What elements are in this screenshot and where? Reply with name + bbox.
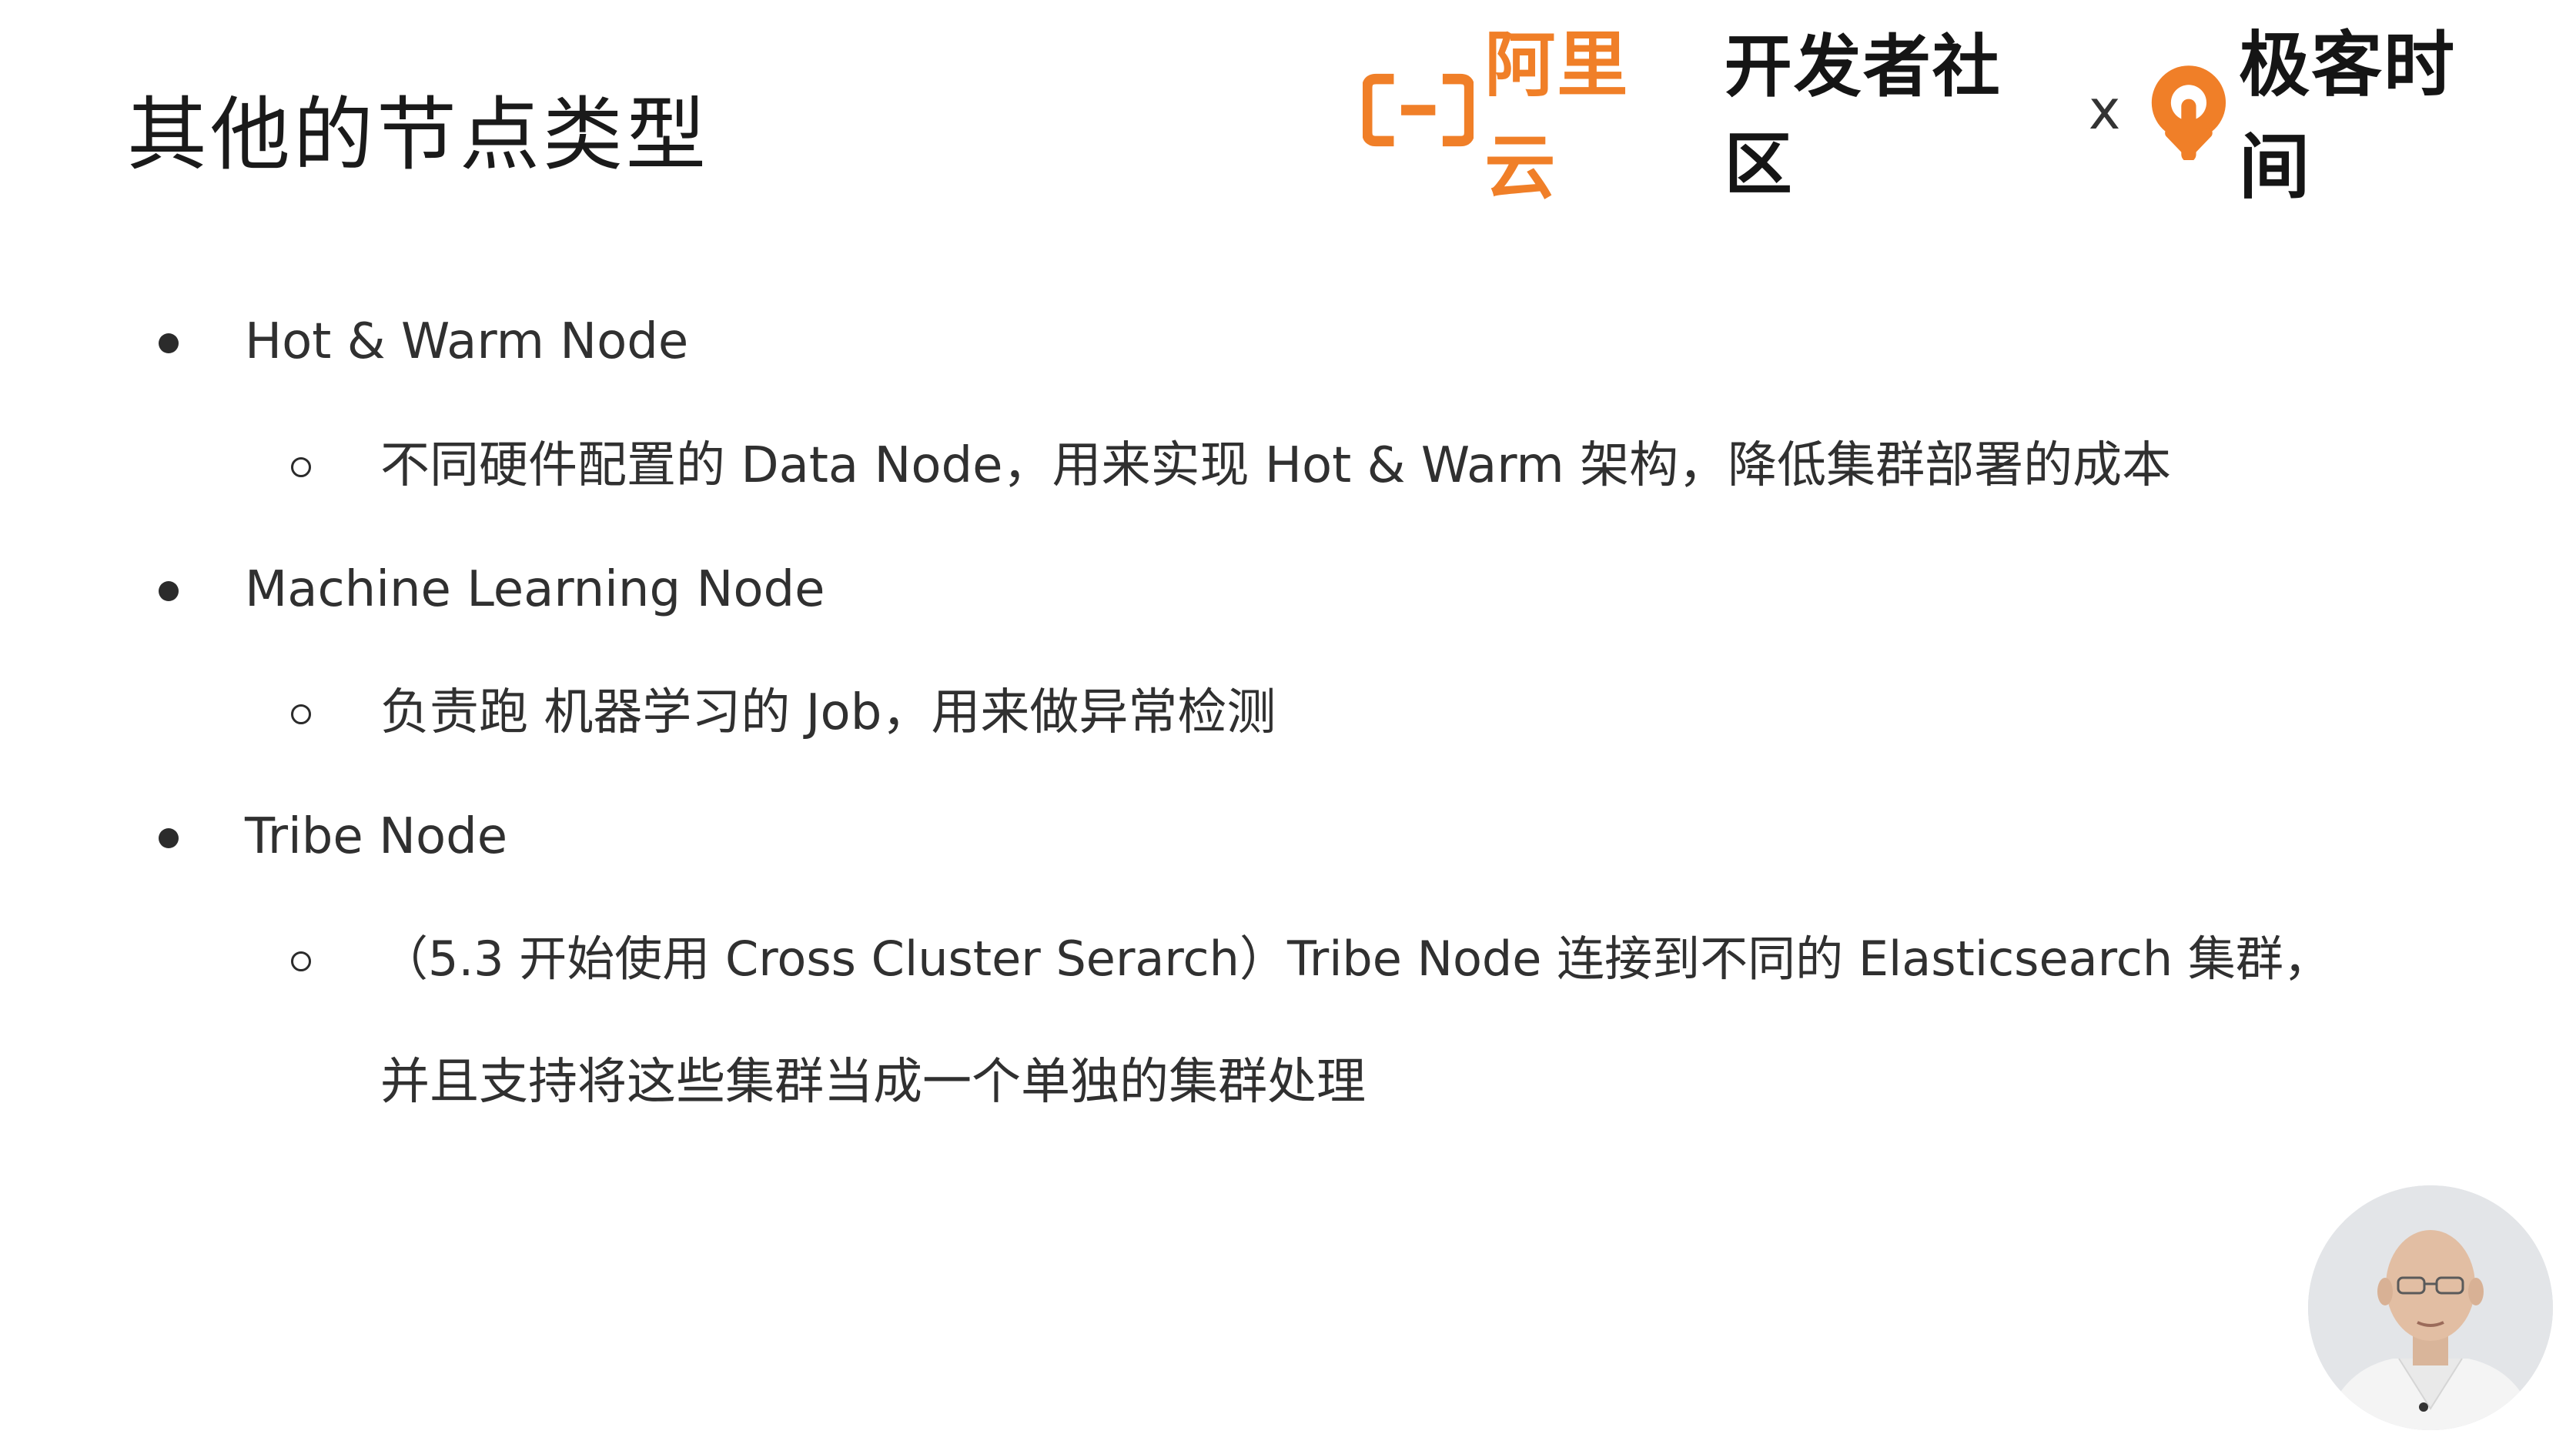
presenter-avatar-icon bbox=[2308, 1185, 2553, 1430]
logo-banner: 阿里云 开发者社区 x 极客时间 bbox=[1363, 24, 2517, 209]
bullet-item-hot-warm: Hot & Warm Node bbox=[245, 313, 689, 370]
sub-item-tribe-desc-line1: （5.3 开始使用 Cross Cluster Serarch）Tribe No… bbox=[380, 931, 2331, 987]
slide-title: 其他的节点类型 bbox=[127, 88, 710, 182]
slide: 其他的节点类型 阿里云 开发者社区 x 极客时间 Hot & Warm Node… bbox=[0, 0, 2576, 1444]
developer-community-text: 开发者社区 bbox=[1724, 27, 2002, 204]
bullet-item-tribe-node: Tribe Node bbox=[245, 808, 508, 865]
geek-time-icon bbox=[2152, 65, 2226, 160]
sub-item-hot-warm-desc: 不同硬件配置的 Data Node，用来实现 Hot & Warm 架构，降低集… bbox=[380, 437, 2172, 494]
geek-time-brand-text: 极客时间 bbox=[2239, 24, 2457, 209]
bullet-dot bbox=[159, 581, 179, 601]
logo-separator: x bbox=[2088, 79, 2121, 142]
sub-bullet-circle bbox=[291, 704, 311, 724]
aliyun-bracket-icon bbox=[1363, 73, 1474, 147]
sub-item-tribe-desc-line2: 并且支持将这些集群当成一个单独的集群处理 bbox=[380, 1054, 1366, 1111]
bullet-dot bbox=[159, 333, 179, 353]
bullet-dot bbox=[159, 828, 179, 848]
sub-bullet-circle bbox=[291, 457, 311, 477]
sub-bullet-circle bbox=[291, 951, 311, 971]
sub-item-ml-desc: 负责跑 机器学习的 Job，用来做异常检测 bbox=[380, 684, 1276, 741]
aliyun-brand-text: 阿里云 bbox=[1484, 24, 1630, 209]
bullet-item-ml-node: Machine Learning Node bbox=[245, 561, 825, 618]
presenter-video-thumbnail bbox=[2308, 1185, 2553, 1430]
